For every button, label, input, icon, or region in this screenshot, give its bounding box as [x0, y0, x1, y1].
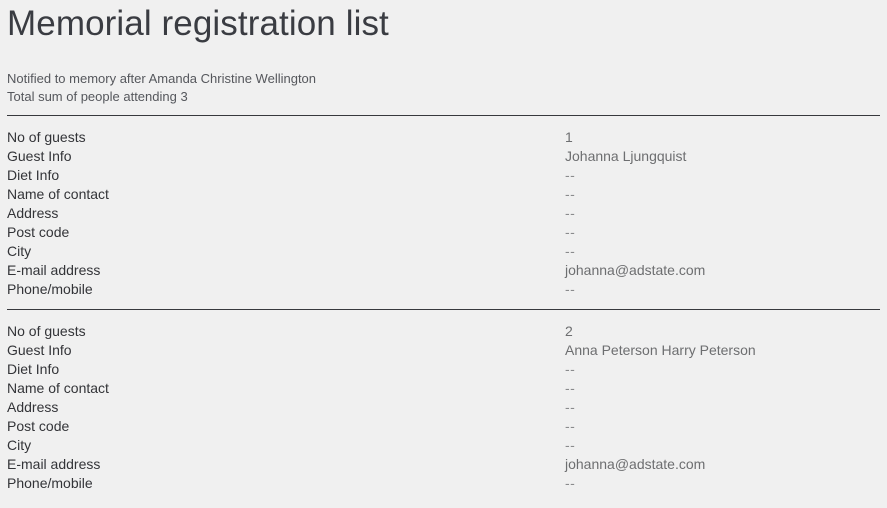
label-guest-info: Guest Info — [7, 147, 72, 164]
label-name-of-contact: Name of contact — [7, 379, 109, 396]
total-attending-line: Total sum of people attending 3 — [7, 88, 188, 104]
label-no-of-guests: No of guests — [7, 128, 86, 145]
value-name-of-contact: -- — [565, 379, 576, 396]
value-guest-info: Anna Peterson Harry Peterson — [565, 341, 756, 358]
label-phone-mobile: Phone/mobile — [7, 474, 93, 491]
record-row: No of guests 2 — [7, 322, 880, 341]
value-post-code: -- — [565, 417, 576, 434]
label-city: City — [7, 242, 32, 259]
value-no-of-guests: 2 — [565, 322, 573, 339]
record-row: Address -- — [7, 398, 880, 417]
label-post-code: Post code — [7, 417, 70, 434]
record-row: Name of contact -- — [7, 185, 880, 204]
value-email-address: johanna@adstate.com — [565, 261, 706, 278]
record-row: No of guests 1 — [7, 128, 880, 147]
record-row: Diet Info -- — [7, 166, 880, 185]
record-row: Phone/mobile -- — [7, 474, 880, 493]
registration-record: No of guests 2 Guest Info Anna Peterson … — [7, 322, 880, 493]
value-phone-mobile: -- — [565, 280, 576, 297]
value-post-code: -- — [565, 223, 576, 240]
value-no-of-guests: 1 — [565, 128, 573, 145]
registration-record: No of guests 1 Guest Info Johanna Ljungq… — [7, 128, 880, 299]
label-guest-info: Guest Info — [7, 341, 72, 358]
notified-to-memory-line: Notified to memory after Amanda Christin… — [7, 70, 317, 86]
label-email-address: E-mail address — [7, 261, 101, 278]
value-city: -- — [565, 242, 576, 259]
record-row: Name of contact -- — [7, 379, 880, 398]
header-divider — [7, 114, 880, 116]
record-divider — [7, 308, 880, 310]
subtitle-block: Notified to memory after Amanda Christin… — [7, 70, 880, 106]
record-row: Guest Info Johanna Ljungquist — [7, 147, 880, 166]
label-diet-info: Diet Info — [7, 166, 60, 183]
record-row: Phone/mobile -- — [7, 280, 880, 299]
value-guest-info: Johanna Ljungquist — [565, 147, 687, 164]
value-name-of-contact: -- — [565, 185, 576, 202]
record-row: E-mail address johanna@adstate.com — [7, 455, 880, 474]
label-address: Address — [7, 398, 59, 415]
memorial-registration-page: Memorial registration list Notified to m… — [0, 0, 887, 508]
value-phone-mobile: -- — [565, 474, 576, 491]
label-phone-mobile: Phone/mobile — [7, 280, 93, 297]
record-row: Guest Info Anna Peterson Harry Peterson — [7, 341, 880, 360]
value-email-address: johanna@adstate.com — [565, 455, 706, 472]
value-address: -- — [565, 398, 576, 415]
label-diet-info: Diet Info — [7, 360, 60, 377]
value-city: -- — [565, 436, 576, 453]
label-email-address: E-mail address — [7, 455, 101, 472]
page-title: Memorial registration list — [7, 4, 389, 43]
value-diet-info: -- — [565, 360, 576, 377]
record-row: Address -- — [7, 204, 880, 223]
value-address: -- — [565, 204, 576, 221]
record-row: Diet Info -- — [7, 360, 880, 379]
value-diet-info: -- — [565, 166, 576, 183]
label-post-code: Post code — [7, 223, 70, 240]
record-row: E-mail address johanna@adstate.com — [7, 261, 880, 280]
label-city: City — [7, 436, 32, 453]
record-row: City -- — [7, 436, 880, 455]
record-row: Post code -- — [7, 223, 880, 242]
label-name-of-contact: Name of contact — [7, 185, 109, 202]
record-row: Post code -- — [7, 417, 880, 436]
record-row: City -- — [7, 242, 880, 261]
label-address: Address — [7, 204, 59, 221]
label-no-of-guests: No of guests — [7, 322, 86, 339]
